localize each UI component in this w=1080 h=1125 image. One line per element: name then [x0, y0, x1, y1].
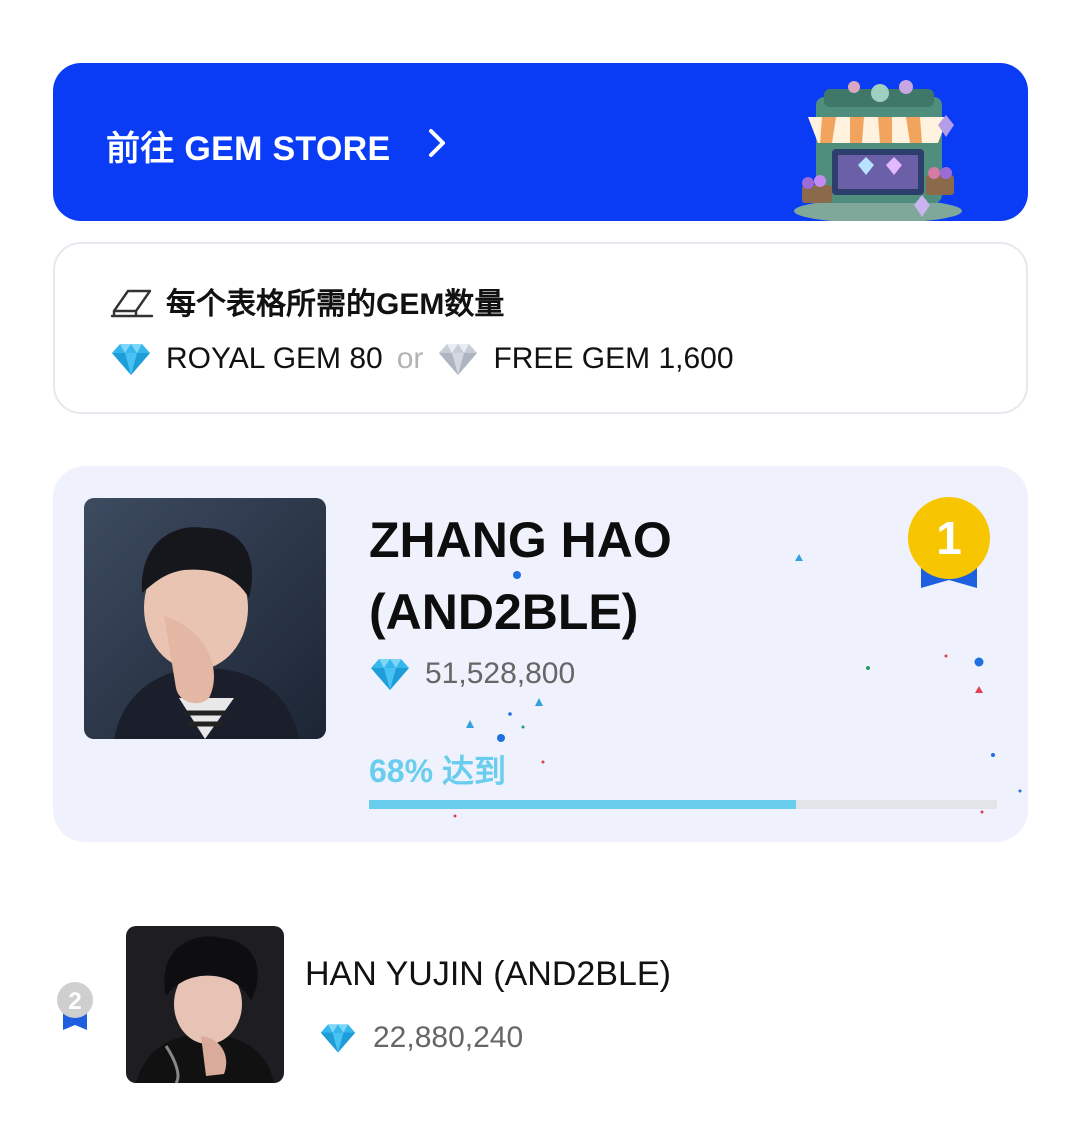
- blue-diamond-icon: [320, 1024, 356, 1053]
- rank-2-number: 2: [68, 988, 81, 1015]
- featured-gem-total: 51,528,800: [369, 654, 575, 694]
- rank-1-badge: 1: [908, 497, 990, 588]
- eraser-icon: [110, 289, 154, 318]
- rank-1-number: 1: [936, 512, 962, 564]
- featured-name-line2: (AND2BLE): [369, 584, 639, 640]
- featured-artist-name: ZHANG HAO (AND2BLE): [369, 504, 839, 648]
- gem-cost-info-box: 每个表格所需的GEM数量 ROYAL GEM 80 or FREE GEM 1,…: [53, 242, 1028, 414]
- gem-cost-row: ROYAL GEM 80 or FREE GEM 1,600: [110, 339, 734, 379]
- gem-store-link-label: 前往 GEM STORE: [106, 130, 391, 168]
- or-separator: or: [396, 342, 424, 375]
- gem-cost-title: 每个表格所需的GEM数量: [166, 288, 505, 321]
- featured-gem-count: 51,528,800: [425, 657, 576, 690]
- free-gem-cost: FREE GEM 1,600: [493, 342, 734, 375]
- featured-artist-photo: [84, 498, 326, 739]
- chevron-right-icon: [429, 129, 445, 157]
- rank-2-badge: 2: [57, 982, 93, 1030]
- gem-store-illustration: [794, 80, 962, 221]
- ranking-gem-total: 22,880,240: [319, 1018, 523, 1058]
- ranking-gem-count: 22,880,240: [373, 1021, 524, 1054]
- ranking-row[interactable]: 2 HAN YUJIN (AND2BLE) 22,880,240: [53, 925, 1028, 1085]
- info-title-row: 每个表格所需的GEM数量: [110, 281, 504, 321]
- gem-store-banner[interactable]: 前往 GEM STORE: [53, 63, 1028, 221]
- progress-label: 68% 达到: [369, 753, 506, 789]
- blue-diamond-icon: [112, 344, 150, 375]
- featured-name-line1: ZHANG HAO: [369, 512, 672, 568]
- ranking-artist-name: HAN YUJIN (AND2BLE): [305, 955, 671, 993]
- silver-diamond-icon: [439, 344, 478, 375]
- featured-rank-card[interactable]: ZHANG HAO (AND2BLE) 51,528,800 68% 达到 1: [53, 466, 1028, 842]
- progress-bar-fill: [369, 800, 797, 809]
- progress-bar: [369, 800, 997, 809]
- ranking-artist-photo: [126, 926, 284, 1083]
- royal-gem-cost: ROYAL GEM 80: [166, 342, 383, 375]
- blue-diamond-icon: [371, 659, 409, 690]
